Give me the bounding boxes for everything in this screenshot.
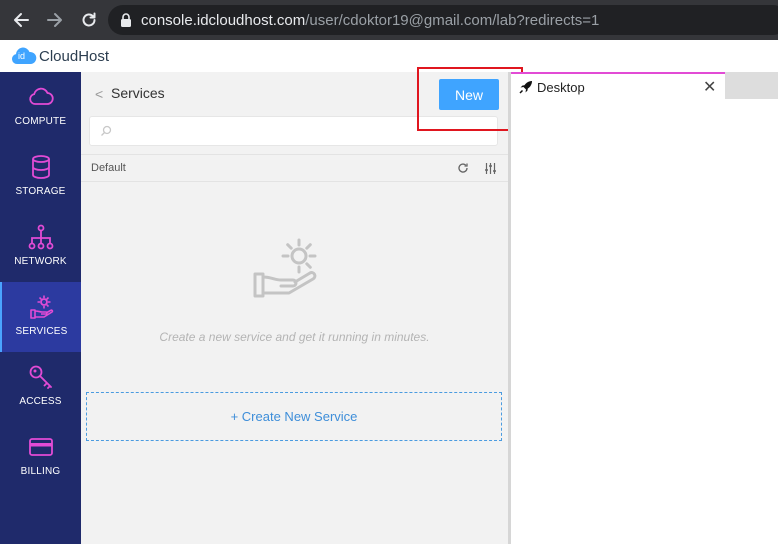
desktop-content[interactable] <box>511 99 778 544</box>
new-service-button[interactable]: New <box>439 79 499 110</box>
sidebar-item-label: ACCESS <box>19 396 62 407</box>
lock-icon <box>121 13 131 27</box>
sidebar-item-access[interactable]: ACCESS <box>0 352 81 422</box>
group-row: Default <box>81 154 508 182</box>
address-bar[interactable]: console.idcloudhost.com/user/cdoktor19@g… <box>108 5 778 35</box>
sidebar-item-services[interactable]: SERVICES <box>0 282 81 352</box>
sidebar-item-storage[interactable]: STORAGE <box>0 142 81 212</box>
rocket-icon <box>519 81 532 94</box>
url-path: /user/cdoktor19@gmail.com/lab?redirects=… <box>305 11 600 29</box>
card-icon <box>28 438 53 456</box>
sidebar-item-label: BILLING <box>20 466 61 477</box>
sidebar-item-label: SERVICES <box>15 326 68 337</box>
network-icon <box>28 224 53 250</box>
sidebar-item-billing[interactable]: BILLING <box>0 422 81 492</box>
sidebar-item-label: NETWORK <box>14 256 67 267</box>
sidebar: COMPUTE STORAGE NETWORK SERVICES ACCESS … <box>0 72 81 544</box>
panel-title: Services <box>111 85 165 101</box>
filter-settings-icon[interactable] <box>484 162 497 175</box>
forward-arrow-icon[interactable] <box>44 9 66 31</box>
refresh-icon[interactable] <box>457 162 469 174</box>
reload-icon[interactable] <box>78 9 100 31</box>
services-icon <box>29 295 53 319</box>
key-icon <box>29 365 52 389</box>
app-header: id CloudHost <box>0 40 778 72</box>
tab-strip: Desktop ✕ <box>511 72 778 99</box>
tab-desktop[interactable]: Desktop ✕ <box>511 72 725 99</box>
tab-label: Desktop <box>537 80 585 95</box>
cloud-icon <box>28 87 54 105</box>
logo-name[interactable]: CloudHost <box>39 48 109 65</box>
close-icon[interactable]: ✕ <box>703 77 716 97</box>
browser-toolbar: console.idcloudhost.com/user/cdoktor19@g… <box>0 0 778 40</box>
logo-badge-text: id <box>18 51 26 61</box>
sidebar-item-network[interactable]: NETWORK <box>0 212 81 282</box>
create-new-service-button[interactable]: + Create New Service <box>86 392 502 441</box>
search-icon <box>101 125 112 136</box>
sidebar-item-label: COMPUTE <box>14 116 67 127</box>
url-host: console.idcloudhost.com <box>141 11 306 29</box>
sidebar-item-label: STORAGE <box>15 186 66 197</box>
cloud-logo-icon[interactable]: id <box>11 47 37 65</box>
services-panel: < Services New Default Create a new serv… <box>81 72 508 544</box>
empty-state-text: Create a new service and get it running … <box>159 330 430 344</box>
group-label: Default <box>91 162 126 174</box>
search-input[interactable] <box>89 116 498 146</box>
services-empty-icon <box>253 238 317 298</box>
sidebar-item-compute[interactable]: COMPUTE <box>0 72 81 142</box>
back-chevron-icon[interactable]: < <box>95 86 103 102</box>
database-icon <box>31 155 50 179</box>
back-arrow-icon[interactable] <box>10 9 32 31</box>
